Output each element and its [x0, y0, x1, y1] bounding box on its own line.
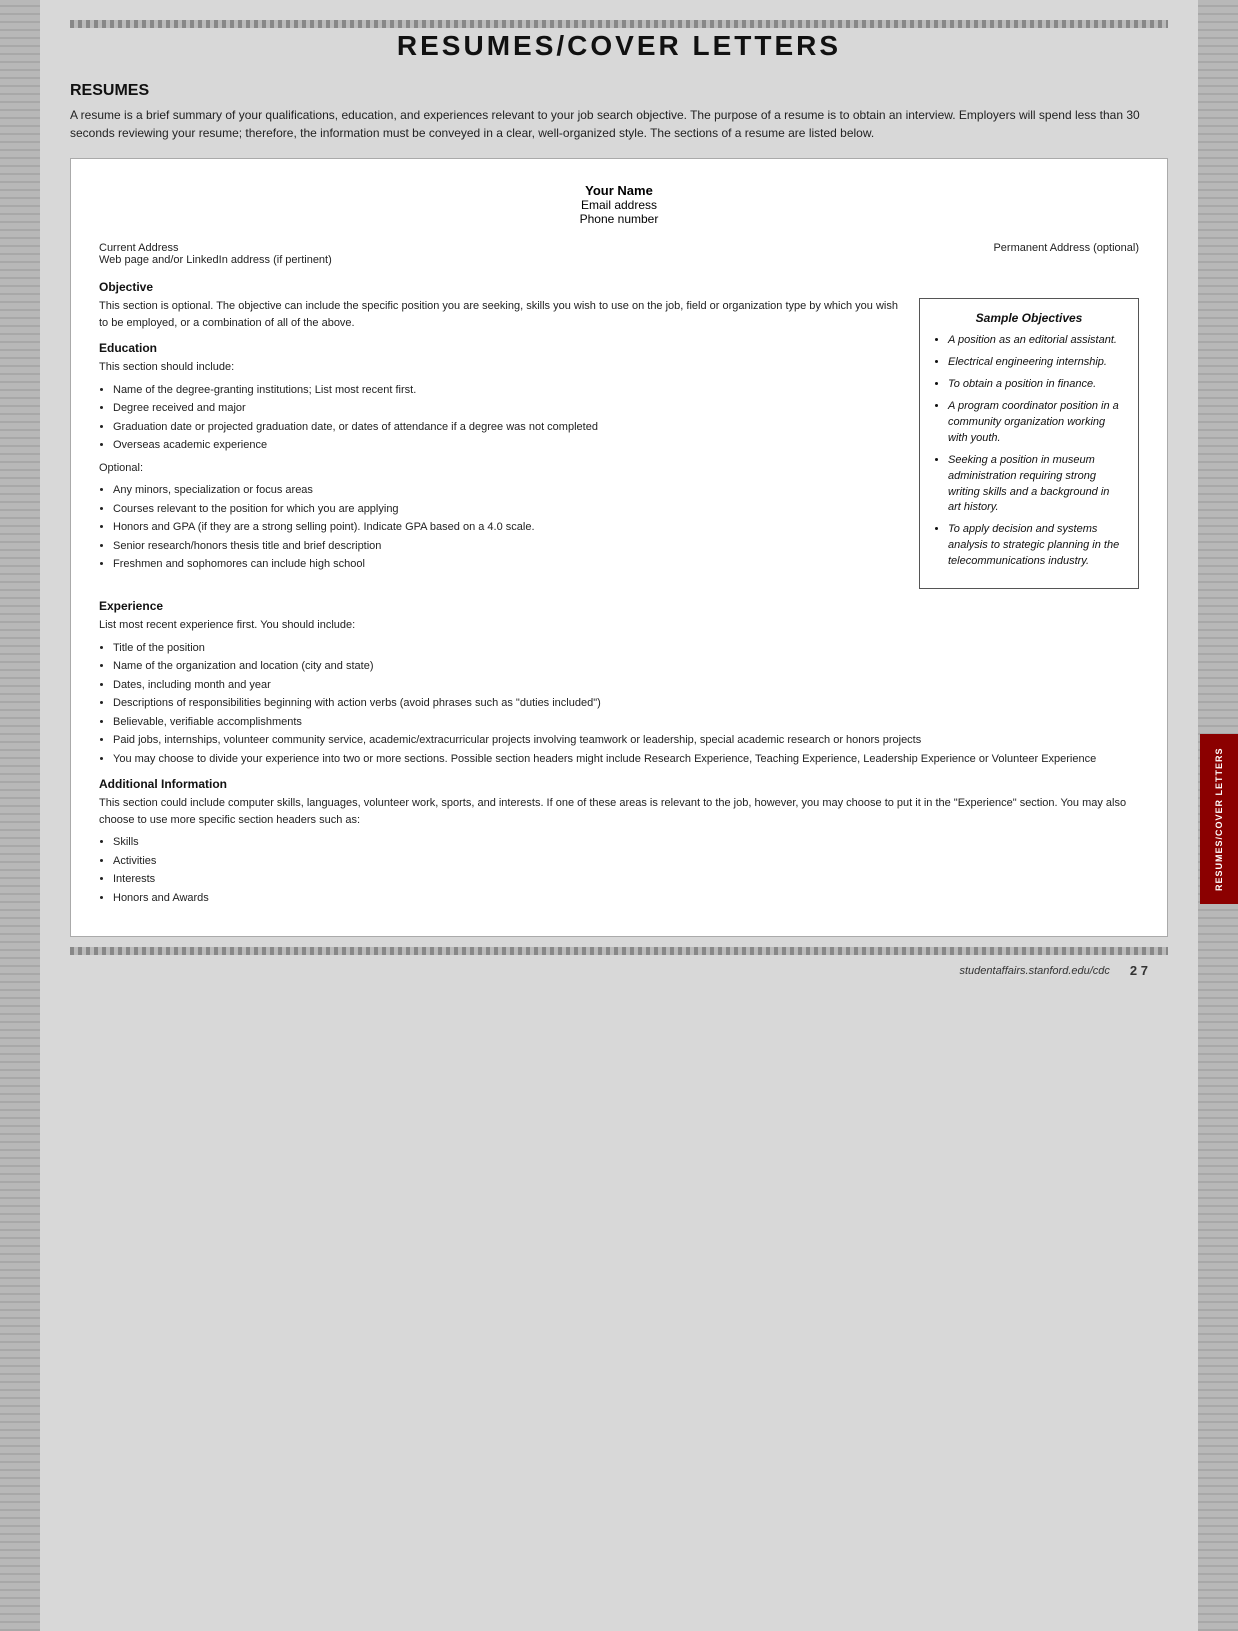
additional-bullet-3: Interests [113, 871, 1139, 888]
left-column: This section is optional. The objective … [99, 298, 903, 589]
left-border [0, 0, 40, 1631]
exp-bullet-2: Name of the organization and location (c… [113, 658, 1139, 675]
footer-url: studentaffairs.stanford.edu/cdc [959, 965, 1109, 977]
permanent-address: Permanent Address (optional) [993, 242, 1139, 266]
sample-objectives-list: A position as an editorial assistant. El… [934, 333, 1124, 570]
education-heading: Education [99, 341, 903, 355]
phone-field: Phone number [99, 212, 1139, 226]
education-intro: This section should include: [99, 359, 903, 376]
exp-bullet-7: You may choose to divide your experience… [113, 751, 1139, 768]
edu-opt-4: Senior research/honors thesis title and … [113, 538, 903, 555]
edu-opt-5: Freshmen and sophomores can include high… [113, 556, 903, 573]
education-bullets-list: Name of the degree-granting institutions… [99, 382, 903, 454]
exp-bullet-4: Descriptions of responsibilities beginni… [113, 695, 1139, 712]
objective-heading: Objective [99, 280, 1139, 294]
web-address: Web page and/or LinkedIn address (if per… [99, 254, 332, 266]
sample-objectives-title: Sample Objectives [934, 311, 1124, 325]
additional-heading: Additional Information [99, 777, 1139, 791]
page-title: RESUMES/COVER LETTERS [70, 30, 1168, 62]
exp-bullet-1: Title of the position [113, 640, 1139, 657]
education-bullet-3: Graduation date or projected graduation … [113, 419, 903, 436]
exp-bullet-6: Paid jobs, internships, volunteer commun… [113, 732, 1139, 749]
additional-bullets-list: Skills Activities Interests Honors and A… [99, 834, 1139, 906]
additional-bullet-1: Skills [113, 834, 1139, 851]
bottom-stripe [70, 947, 1168, 955]
additional-bullet-2: Activities [113, 853, 1139, 870]
sample-objectives-column: Sample Objectives A position as an edito… [919, 298, 1139, 589]
name-field: Your Name [99, 183, 1139, 198]
right-tab-label: RESUMES/COVER LETTERS [1200, 734, 1238, 904]
two-column-section: This section is optional. The objective … [99, 298, 1139, 589]
footer: studentaffairs.stanford.edu/cdc 2 7 [70, 955, 1168, 986]
objective-text: This section is optional. The objective … [99, 298, 903, 331]
education-optional-list: Any minors, specialization or focus area… [99, 482, 903, 573]
resume-template-box: Your Name Email address Phone number Cur… [70, 158, 1168, 937]
address-row: Current Address Web page and/or LinkedIn… [99, 242, 1139, 266]
resume-header: Your Name Email address Phone number [99, 183, 1139, 226]
education-bullet-1: Name of the degree-granting institutions… [113, 382, 903, 399]
sample-objectives-box: Sample Objectives A position as an edito… [919, 298, 1139, 589]
education-bullet-2: Degree received and major [113, 400, 903, 417]
current-address: Current Address [99, 242, 332, 254]
email-field: Email address [99, 198, 1139, 212]
resumes-intro: A resume is a brief summary of your qual… [70, 106, 1168, 142]
education-optional-label: Optional: [99, 460, 903, 477]
objective-1: A position as an editorial assistant. [948, 333, 1124, 349]
top-stripe [70, 20, 1168, 28]
footer-page: 2 7 [1130, 963, 1148, 978]
address-left: Current Address Web page and/or LinkedIn… [99, 242, 332, 266]
edu-opt-2: Courses relevant to the position for whi… [113, 501, 903, 518]
experience-bullets-list: Title of the position Name of the organi… [99, 640, 1139, 768]
resumes-heading: RESUMES [70, 82, 1168, 100]
exp-bullet-3: Dates, including month and year [113, 677, 1139, 694]
exp-bullet-5: Believable, verifiable accomplishments [113, 714, 1139, 731]
additional-text: This section could include computer skil… [99, 795, 1139, 828]
objective-3: To obtain a position in finance. [948, 377, 1124, 393]
objective-4: A program coordinator position in a comm… [948, 399, 1124, 447]
objective-2: Electrical engineering internship. [948, 355, 1124, 371]
objective-6: To apply decision and systems analysis t… [948, 522, 1124, 570]
education-bullet-4: Overseas academic experience [113, 437, 903, 454]
edu-opt-3: Honors and GPA (if they are a strong sel… [113, 519, 903, 536]
right-border: RESUMES/COVER LETTERS [1198, 0, 1238, 1631]
experience-section: Experience List most recent experience f… [99, 599, 1139, 767]
main-content: RESUMES/COVER LETTERS RESUMES A resume i… [40, 0, 1198, 1631]
experience-intro: List most recent experience first. You s… [99, 617, 1139, 634]
additional-bullet-4: Honors and Awards [113, 890, 1139, 907]
experience-heading: Experience [99, 599, 1139, 613]
edu-opt-1: Any minors, specialization or focus area… [113, 482, 903, 499]
objective-5: Seeking a position in museum administrat… [948, 453, 1124, 517]
